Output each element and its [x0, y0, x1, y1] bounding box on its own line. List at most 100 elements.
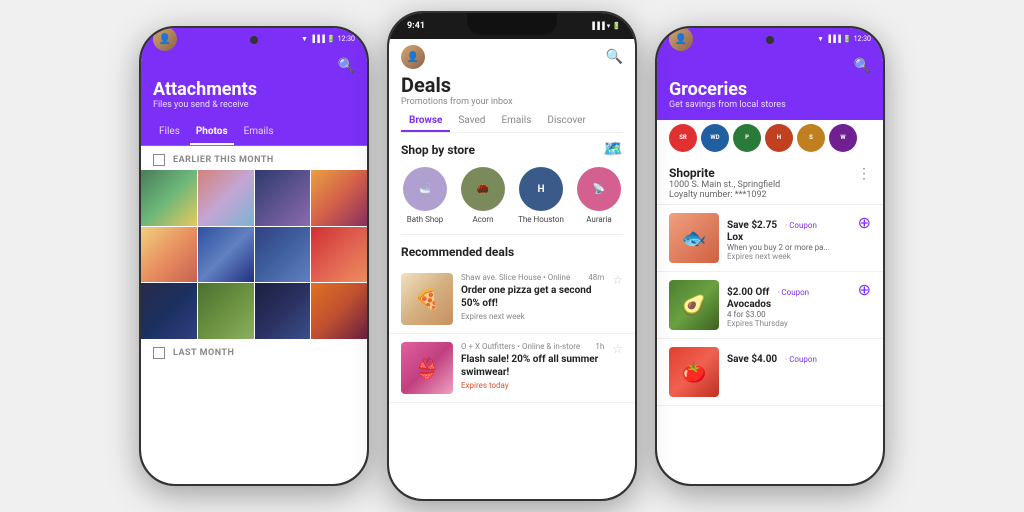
left-app-title: Attachments [153, 80, 355, 100]
deal-meta-swim: O + X Outfitters • Online & in-store 1h [461, 342, 604, 351]
deal-thumb-pizza: 🍕 [401, 273, 453, 325]
coupon-expires-avocado: Expires Thursday [727, 319, 850, 328]
coupon-item-avocado[interactable]: 🥑 $2.00 Off · Coupon Avocados 4 for $3.0… [657, 272, 883, 339]
photo-grid [141, 170, 367, 339]
store-logos-section: SR WD P H S W [657, 120, 883, 160]
store-name-houston: The Houston [518, 215, 564, 224]
store-item-bath[interactable]: 🛁 Bath Shop [401, 167, 449, 224]
map-icon[interactable]: 🗺️ [603, 139, 635, 158]
deal-info-pizza: Shaw ave. Slice House • Online 48m Order… [461, 273, 604, 325]
deal-info-swim: O + X Outfitters • Online & in-store 1h … [461, 342, 604, 394]
search-icon-left[interactable]: 🔍 [338, 58, 355, 74]
coupon-thumb-3: 🍅 [669, 347, 719, 397]
phone-right: 👤 ▼ ▐▐▐ 🔋 12:30 🔍 Groceries Get savings … [655, 26, 885, 486]
coupon-thumb-avocado: 🥑 [669, 280, 719, 330]
search-icon-center[interactable]: 🔍 [606, 49, 623, 65]
logo-shoprite[interactable]: SR [669, 124, 697, 152]
center-app-subtitle: Promotions from your inbox [401, 97, 623, 107]
coupon-item-3[interactable]: 🍅 Save $4.00 · Coupon [657, 339, 883, 406]
shoprite-header: ⋮ Shoprite 1000 S. Main st., Springfield… [657, 160, 883, 205]
coupon-badge-lox: · Coupon [785, 221, 817, 230]
more-options-icon[interactable]: ⋮ [857, 166, 871, 182]
deal-expires-swim: Expires today [461, 381, 604, 390]
time-right: 12:30 [854, 35, 871, 43]
notch [467, 13, 557, 35]
right-app-header: 🔍 Groceries Get savings from local store… [657, 50, 883, 120]
signal-icon-right: ▐▐▐ [826, 35, 841, 43]
coupon-desc-avocado: 4 for $3.00 [727, 310, 850, 319]
tab-saved[interactable]: Saved [450, 111, 493, 132]
search-icon-right[interactable]: 🔍 [854, 58, 871, 74]
photo-7[interactable] [255, 227, 311, 283]
tab-browse[interactable]: Browse [401, 111, 450, 132]
deal-thumb-swim: 👙 [401, 342, 453, 394]
photo-9[interactable] [141, 283, 197, 339]
deal-star-swim[interactable]: ☆ [612, 342, 623, 394]
store-item-jack[interactable]: J Jack [633, 167, 635, 224]
store-icon-houston: H [519, 167, 563, 211]
photo-4[interactable] [311, 170, 367, 226]
coupon-expires-lox: Expires next week [727, 252, 850, 261]
photo-8[interactable] [311, 227, 367, 283]
deal-item-pizza[interactable]: 🍕 Shaw ave. Slice House • Online 48m Ord… [389, 265, 635, 334]
last-month-label: LAST MONTH [173, 348, 234, 358]
loyalty-number: Loyalty number: ***1092 [669, 190, 871, 200]
phones-container: 👤 ▼ ▐▐▐ 🔋 12:30 🔍 Attachments Files you … [0, 0, 1024, 512]
deal-item-swim[interactable]: 👙 O + X Outfitters • Online & in-store 1… [389, 334, 635, 403]
recommended-deals-section: Recommended deals 🍕 Shaw ave. Slice Hous… [389, 235, 635, 403]
store-item-acorn[interactable]: 🌰 Acorn [459, 167, 507, 224]
left-tabs: Files Photos Emails [141, 120, 367, 146]
photo-5[interactable] [141, 227, 197, 283]
coupon-thumb-lox: 🐟 [669, 213, 719, 263]
logo-winndixie[interactable]: WD [701, 124, 729, 152]
photo-11[interactable] [255, 283, 311, 339]
logo-publix[interactable]: P [733, 124, 761, 152]
tab-discover[interactable]: Discover [539, 111, 594, 132]
coupon-add-lox[interactable]: ⊕ [858, 213, 871, 232]
tab-photos[interactable]: Photos [190, 120, 234, 145]
tab-files[interactable]: Files [153, 120, 186, 145]
store-address: 1000 S. Main st., Springfield [669, 180, 871, 190]
logo-seasons[interactable]: S [797, 124, 825, 152]
coupon-item-lox[interactable]: 🐟 Save $2.75 · Coupon Lox When you buy 2… [657, 205, 883, 272]
deal-star-pizza[interactable]: ☆ [612, 273, 623, 325]
center-header: 👤 🔍 Deals Promotions from your inbox Bro… [389, 39, 635, 133]
tab-emails-center[interactable]: Emails [493, 111, 539, 132]
photo-2[interactable] [198, 170, 254, 226]
photo-1[interactable] [141, 170, 197, 226]
coupon-amount-lox: Save $2.75 · Coupon [727, 213, 850, 232]
last-month-checkbox[interactable] [153, 347, 165, 359]
photo-6[interactable] [198, 227, 254, 283]
coupon-info-avocado: $2.00 Off · Coupon Avocados 4 for $3.00 … [727, 280, 850, 328]
tab-emails-left[interactable]: Emails [238, 120, 280, 145]
deal-store-pizza: Shaw ave. Slice House [461, 273, 541, 282]
battery-icon-right: 🔋 [843, 35, 852, 43]
store-item-auraria[interactable]: 📡 Auraria [575, 167, 623, 224]
earlier-checkbox[interactable] [153, 154, 165, 166]
left-header-top: 🔍 [153, 58, 355, 74]
photo-12[interactable] [311, 283, 367, 339]
battery-icon-center: 🔋 [612, 22, 621, 30]
photo-3[interactable] [255, 170, 311, 226]
store-item-houston[interactable]: H The Houston [517, 167, 565, 224]
status-icons-center: ▐▐▐ ▾ 🔋 [590, 22, 621, 30]
deal-store-swim: O + X Outfitters [461, 342, 515, 351]
deal-meta-pizza: Shaw ave. Slice House • Online 48m [461, 273, 604, 282]
store-row-header: Shop by store 🗺️ [389, 133, 635, 163]
phone-center: 9:41 ▐▐▐ ▾ 🔋 👤 🔍 Deals Promotions from y… [387, 11, 637, 501]
coupon-badge-avocado: · Coupon [777, 288, 809, 297]
signal-icon: ▐▐▐ [310, 35, 325, 43]
last-month-section-header: LAST MONTH [141, 339, 367, 363]
coupon-info-lox: Save $2.75 · Coupon Lox When you buy 2 o… [727, 213, 850, 261]
logo-harveys[interactable]: H [765, 124, 793, 152]
store-icon-acorn: 🌰 [461, 167, 505, 211]
left-content: EARLIER THIS MONTH [141, 146, 367, 363]
logo-winco[interactable]: W [829, 124, 857, 152]
coupon-add-avocado[interactable]: ⊕ [858, 280, 871, 299]
shop-by-store-section: Shop by store 🗺️ 🛁 Bath Shop 🌰 Acorn H T… [389, 133, 635, 234]
section-store-title: Shop by store [389, 133, 487, 163]
store-icon-bath: 🛁 [403, 167, 447, 211]
coupon-amount-text-avocado: $2.00 Off [727, 287, 769, 298]
photo-10[interactable] [198, 283, 254, 339]
center-tabs: Browse Saved Emails Discover [401, 111, 623, 133]
